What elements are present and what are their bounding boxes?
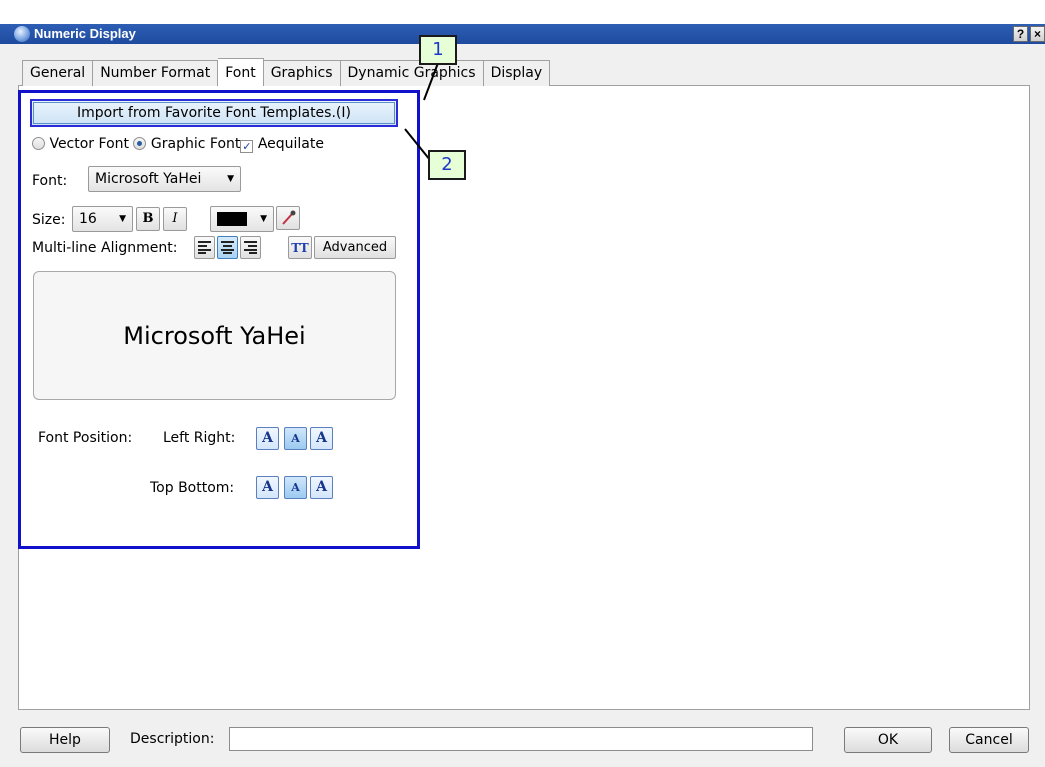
callout-line-1 [423,62,439,101]
import-font-template-button[interactable]: Import from Favorite Font Templates.(I) [30,99,398,127]
callout-2: 2 [428,150,466,180]
callout-1: 1 [419,35,457,65]
callout-line-2 [404,128,431,161]
